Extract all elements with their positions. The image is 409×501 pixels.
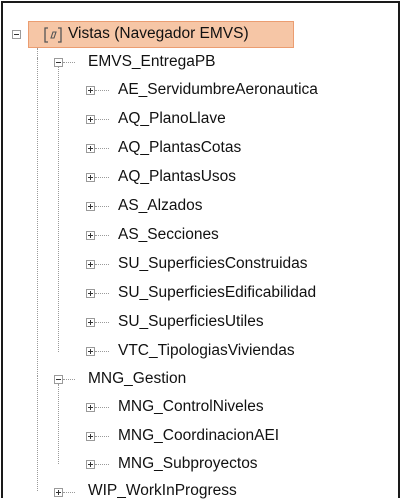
- tree-connector: [37, 376, 38, 491]
- tree-connector: [58, 67, 59, 352]
- tree-connector: [95, 407, 109, 408]
- expand-toggle[interactable]: [86, 403, 95, 412]
- view-brackets-icon: [44, 27, 62, 43]
- expand-toggle[interactable]: [86, 202, 95, 211]
- tree-connector: [95, 90, 109, 91]
- collapse-toggle-root[interactable]: [12, 30, 21, 39]
- tree-connector: [95, 351, 109, 352]
- tree-connector: [95, 177, 109, 178]
- tree-connector: [95, 293, 109, 294]
- expand-toggle[interactable]: [86, 432, 95, 441]
- tree-node-su-superficiesconstruidas[interactable]: SU_SuperficiesConstruidas: [118, 254, 308, 274]
- expand-toggle-wip-workinprogress[interactable]: [54, 488, 63, 497]
- tree-connector: [95, 148, 109, 149]
- tree-node-aq-plantascotas[interactable]: AQ_PlantasCotas: [118, 138, 241, 158]
- tree-connector: [95, 206, 109, 207]
- tree-node-mng-gestion[interactable]: MNG_Gestion: [88, 369, 186, 389]
- tree-connector: [95, 322, 109, 323]
- project-browser-tree: Vistas (Navegador EMVS) EMVS_EntregaPB A…: [0, 0, 400, 500]
- tree-node-mng-controlniveles[interactable]: MNG_ControlNiveles: [118, 397, 264, 417]
- tree-node-su-superficiesutiles[interactable]: SU_SuperficiesUtiles: [118, 312, 264, 332]
- expand-toggle[interactable]: [86, 289, 95, 298]
- expand-toggle[interactable]: [86, 347, 95, 356]
- tree-connector: [95, 436, 109, 437]
- tree-node-emvs-entregapb[interactable]: EMVS_EntregaPB: [88, 52, 216, 72]
- expand-toggle[interactable]: [86, 115, 95, 124]
- collapse-toggle-mng-gestion[interactable]: [54, 375, 63, 384]
- tree-connector: [37, 58, 38, 376]
- tree-node-su-superficiesedificabilidad[interactable]: SU_SuperficiesEdificabilidad: [118, 283, 316, 303]
- expand-toggle[interactable]: [86, 86, 95, 95]
- tree-node-aq-planollave[interactable]: AQ_PlanoLlave: [118, 109, 226, 129]
- collapse-toggle-emvs-entregapb[interactable]: [54, 58, 63, 67]
- tree-node-aq-plantasusos[interactable]: AQ_PlantasUsos: [118, 167, 236, 187]
- tree-node-ae-servidumbreaeronautica[interactable]: AE_ServidumbreAeronautica: [118, 80, 318, 100]
- tree-node-mng-coordinacionaei[interactable]: MNG_CoordinacionAEI: [118, 426, 279, 446]
- tree-node-mng-subproyectos[interactable]: MNG_Subproyectos: [118, 454, 258, 474]
- tree-connector: [63, 379, 75, 380]
- tree-connector: [95, 264, 109, 265]
- tree-connector: [63, 62, 75, 63]
- tree-connector: [95, 119, 109, 120]
- expand-toggle[interactable]: [86, 173, 95, 182]
- tree-connector: [58, 384, 59, 464]
- tree-connector: [95, 235, 109, 236]
- expand-toggle[interactable]: [86, 460, 95, 469]
- tree-node-vtc-tipologiasviviendas[interactable]: VTC_TipologiasViviendas: [118, 341, 295, 361]
- tree-connector: [63, 492, 75, 493]
- expand-toggle[interactable]: [86, 318, 95, 327]
- tree-node-wip-workinprogress[interactable]: WIP_WorkInProgress: [88, 481, 237, 501]
- tree-connector: [95, 464, 109, 465]
- expand-toggle[interactable]: [86, 231, 95, 240]
- tree-node-as-alzados[interactable]: AS_Alzados: [118, 196, 202, 216]
- tree-node-as-secciones[interactable]: AS_Secciones: [118, 225, 219, 245]
- expand-toggle[interactable]: [86, 144, 95, 153]
- tree-node-root-label: Vistas (Navegador EMVS): [68, 25, 249, 42]
- tree-connector: [37, 48, 38, 58]
- expand-toggle[interactable]: [86, 260, 95, 269]
